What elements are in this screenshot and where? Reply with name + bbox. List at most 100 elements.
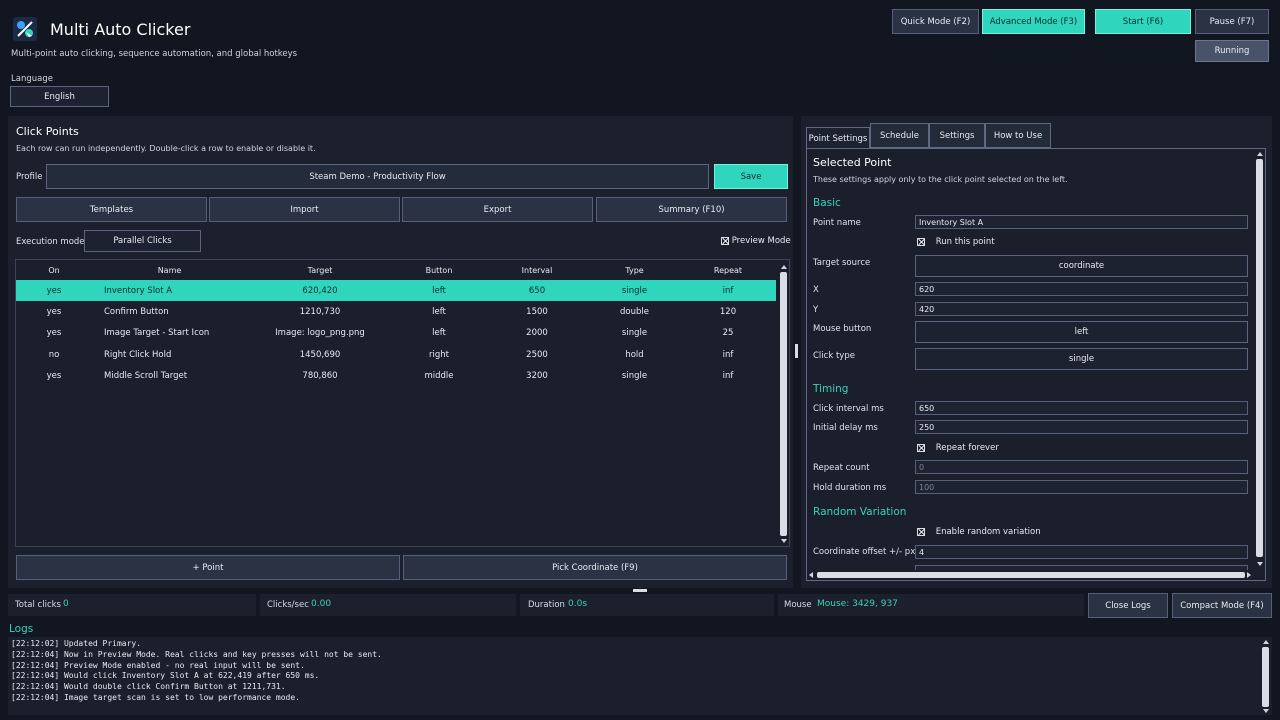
preview-mode-label: Preview Mode [731, 236, 791, 246]
cell-type: double [620, 307, 649, 318]
logs-scrollbar[interactable] [1260, 637, 1271, 715]
execution-mode-label: Execution mode [16, 237, 85, 247]
cell-on: no [48, 349, 60, 360]
cell-button: middle [424, 371, 454, 382]
click-interval-field[interactable]: 650 [915, 401, 1248, 415]
click-type-select[interactable]: single [915, 348, 1248, 370]
y-field[interactable]: 420 [915, 302, 1248, 316]
cell-button: left [393, 280, 485, 302]
cell-on: yes [46, 307, 62, 318]
scroll-left-icon[interactable] [809, 572, 813, 578]
tab-schedule[interactable]: Schedule [870, 123, 929, 148]
execution-mode-select[interactable]: Parallel Clicks [84, 230, 201, 252]
start-button[interactable]: Start (F6) [1095, 9, 1191, 34]
cell-button: right [429, 349, 449, 360]
horizontal-splitter-handle[interactable] [633, 589, 647, 592]
mouse-position-value: Mouse: 3429, 937 [817, 599, 898, 609]
column-header-target[interactable]: Target [247, 260, 393, 280]
scroll-up-icon[interactable] [1263, 640, 1269, 644]
point-name-label: Point name [813, 218, 861, 228]
pause-button[interactable]: Pause (F7) [1195, 9, 1269, 34]
profile-select[interactable]: Steam Demo - Productivity Flow [46, 164, 709, 189]
log-line: [22:12:04] Now in Preview Mode. Real cli… [11, 649, 382, 659]
logs-area: [22:12:02] Updated Primary. [22:12:04] N… [8, 637, 1272, 715]
repeat-count-label: Repeat count [813, 463, 870, 473]
table-scrollbar[interactable] [778, 260, 789, 546]
quick-mode-button[interactable]: Quick Mode (F2) [892, 9, 979, 34]
column-header-type[interactable]: Type [589, 260, 680, 280]
table-row[interactable]: yes Image Target - Start Icon Image: log… [16, 323, 776, 344]
check-icon [917, 527, 925, 536]
table-row[interactable]: yes Confirm Button 1210,730 left 1500 do… [16, 301, 776, 322]
duration-label: Duration [528, 600, 565, 610]
close-logs-button[interactable]: Close Logs [1088, 593, 1168, 618]
target-source-select[interactable]: coordinate [915, 255, 1248, 277]
column-header-repeat[interactable]: Repeat [680, 260, 776, 280]
point-name-field[interactable]: Inventory Slot A [915, 215, 1248, 229]
cell-target: Image: logo_png.png [275, 328, 365, 339]
enable-random-checkbox[interactable]: Enable random variation [917, 527, 1041, 537]
x-field[interactable]: 620 [915, 282, 1248, 296]
target-source-label: Target source [813, 258, 871, 268]
language-select[interactable]: English [10, 86, 109, 107]
settings-h-scrollbar[interactable] [807, 570, 1254, 580]
import-button[interactable]: Import [209, 197, 400, 222]
templates-button[interactable]: Templates [16, 197, 207, 222]
hold-duration-field[interactable]: 100 [915, 480, 1248, 494]
preview-mode-checkbox[interactable]: Preview Mode [721, 236, 791, 246]
initial-delay-field[interactable]: 250 [915, 420, 1248, 434]
advanced-mode-button[interactable]: Advanced Mode (F3) [982, 9, 1085, 34]
table-row[interactable]: yes Inventory Slot A 620,420 left 650 si… [16, 280, 776, 302]
mouse-button-select[interactable]: left [915, 321, 1248, 343]
compact-mode-button[interactable]: Compact Mode (F4) [1172, 593, 1272, 618]
scroll-thumb[interactable] [1256, 159, 1263, 557]
app-logo-icon [12, 16, 38, 42]
scroll-down-icon[interactable] [781, 539, 787, 543]
vertical-splitter-handle[interactable] [795, 344, 798, 358]
coordinate-offset-field[interactable]: 4 [915, 545, 1248, 559]
click-interval-label: Click interval ms [813, 404, 884, 414]
scroll-up-icon[interactable] [1257, 152, 1263, 156]
cell-target: 1450,690 [299, 349, 341, 360]
h-scroll-thumb[interactable] [817, 572, 1245, 578]
app-subtitle: Multi-point auto clicking, sequence auto… [11, 49, 298, 59]
column-header-button[interactable]: Button [393, 260, 485, 280]
y-label: Y [813, 305, 819, 315]
add-point-button[interactable]: + Point [16, 555, 400, 580]
check-icon [917, 443, 925, 452]
point-settings-pane: Selected Point These settings apply only… [806, 148, 1266, 581]
clicks-sec-value: 0.00 [311, 599, 332, 609]
tab-settings[interactable]: Settings [929, 123, 985, 148]
save-button[interactable]: Save [714, 164, 788, 189]
repeat-forever-checkbox[interactable]: Repeat forever [917, 443, 999, 453]
check-icon [721, 236, 729, 245]
mouse-button-label: Mouse button [813, 324, 872, 334]
scroll-thumb[interactable] [780, 272, 787, 536]
scroll-down-icon[interactable] [1263, 709, 1269, 713]
table-row[interactable]: yes Middle Scroll Target 780,860 middle … [16, 366, 776, 387]
click-points-title: Click Points [16, 125, 79, 138]
cell-repeat: inf [722, 371, 734, 382]
run-this-point-label: Run this point [935, 237, 995, 247]
pick-coordinate-button[interactable]: Pick Coordinate (F9) [403, 555, 787, 580]
random-variation-section-title: Random Variation [813, 506, 907, 518]
cell-name: Middle Scroll Target [104, 371, 188, 382]
scroll-up-icon[interactable] [781, 265, 787, 269]
profile-label: Profile [16, 172, 43, 182]
settings-scrollbar[interactable] [1254, 149, 1265, 570]
table-row[interactable]: no Right Click Hold 1450,690 right 2500 … [16, 344, 776, 365]
tab-point-settings[interactable]: Point Settings [806, 127, 870, 149]
hold-duration-label: Hold duration ms [813, 483, 887, 493]
column-header-interval[interactable]: Interval [485, 260, 589, 280]
run-this-point-checkbox[interactable]: Run this point [917, 237, 995, 247]
scroll-thumb[interactable] [1262, 647, 1269, 707]
scroll-right-icon[interactable] [1247, 572, 1251, 578]
scroll-down-icon[interactable] [1257, 562, 1263, 566]
column-header-on[interactable]: On [16, 260, 92, 280]
column-header-name[interactable]: Name [92, 260, 247, 280]
enable-random-label: Enable random variation [935, 527, 1041, 537]
repeat-count-field[interactable]: 0 [915, 460, 1248, 474]
export-button[interactable]: Export [402, 197, 593, 222]
summary-button[interactable]: Summary (F10) [596, 197, 787, 222]
tab-how-to-use[interactable]: How to Use [985, 123, 1051, 148]
